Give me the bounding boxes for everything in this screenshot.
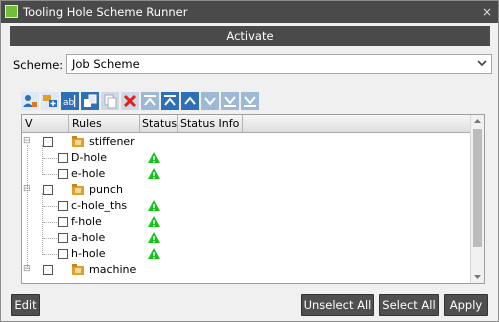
rule-checkbox[interactable] — [58, 169, 68, 179]
warning-triangle-icon — [148, 168, 160, 179]
rule-label: c-hole_ths — [71, 199, 128, 212]
rule-label: a-hole — [71, 231, 106, 244]
warning-triangle-icon — [148, 152, 160, 163]
group-label: machine — [89, 263, 137, 276]
toolbar: ab — [21, 92, 301, 112]
collapse-icon[interactable]: ⊟ — [23, 265, 32, 274]
chevron-down-icon — [477, 60, 487, 67]
rule-label: h-hole — [71, 247, 106, 260]
paste-icon[interactable] — [81, 92, 99, 110]
column-status-info[interactable]: Status Info — [180, 117, 239, 130]
folder-icon — [72, 136, 84, 147]
folder-icon — [72, 184, 84, 195]
group-checkbox[interactable] — [43, 185, 53, 195]
rule-label: e-hole — [71, 167, 106, 180]
tree-guide-line — [43, 158, 57, 159]
move-up-icon[interactable] — [181, 92, 199, 110]
tree-guide-line — [43, 254, 57, 255]
tree-scrollbar[interactable] — [470, 115, 484, 283]
delete-icon[interactable] — [121, 92, 139, 110]
window-title: Tooling Hole Scheme Runner — [23, 5, 188, 19]
rule-checkbox[interactable] — [58, 153, 68, 163]
title-bar[interactable]: Tooling Hole Scheme Runner × — [1, 1, 498, 23]
tree-group-row[interactable]: ⊟ machine — [22, 262, 472, 278]
rename-icon[interactable]: ab — [61, 92, 79, 110]
column-rules[interactable]: Rules — [72, 117, 102, 130]
collapse-icon[interactable]: ⊟ — [23, 137, 32, 146]
tree-guide-line — [43, 206, 57, 207]
collapse-icon[interactable]: ⊟ — [23, 185, 32, 194]
column-separator — [139, 115, 140, 132]
app-icon — [5, 5, 18, 18]
activate-header[interactable]: Activate — [10, 26, 490, 46]
warning-triangle-icon — [148, 200, 160, 211]
tooling-hole-scheme-runner-window: Tooling Hole Scheme Runner × Activate Sc… — [0, 0, 499, 322]
scheme-value: Job Scheme — [72, 57, 140, 71]
svg-text:ab: ab — [63, 98, 75, 108]
move-top-dark-icon[interactable] — [161, 92, 179, 110]
group-label: punch — [89, 183, 123, 196]
tree-rule-row[interactable]: e-hole — [22, 166, 472, 182]
person-tree-icon[interactable] — [21, 92, 39, 110]
group-label: stiffener — [89, 135, 135, 148]
scroll-down-icon[interactable] — [473, 273, 482, 281]
group-checkbox[interactable] — [43, 265, 53, 275]
folder-icon — [72, 264, 84, 275]
scheme-dropdown[interactable]: Job Scheme — [66, 54, 492, 74]
rule-checkbox[interactable] — [58, 201, 68, 211]
scroll-up-icon[interactable] — [473, 117, 482, 125]
scrollbar-thumb[interactable] — [473, 129, 482, 247]
close-icon[interactable]: × — [482, 5, 492, 19]
move-bottom-icon[interactable] — [241, 92, 259, 110]
column-v[interactable]: V — [25, 117, 33, 130]
column-separator — [242, 115, 243, 132]
tree-rule-row[interactable]: D-hole — [22, 150, 472, 166]
unselect-all-button[interactable]: Unselect All — [301, 294, 374, 316]
apply-button[interactable]: Apply — [444, 294, 488, 316]
scheme-label: Scheme: — [13, 58, 64, 72]
tree-group-row[interactable]: ⊟ punch — [22, 182, 472, 198]
group-checkbox[interactable] — [43, 137, 53, 147]
column-separator — [68, 115, 69, 132]
tree-rule-row[interactable]: h-hole — [22, 246, 472, 262]
tree-rule-row[interactable]: f-hole — [22, 214, 472, 230]
rules-tree[interactable]: V Rules Status Status Info ⊟ stiffener D-h… — [21, 114, 485, 284]
column-status[interactable]: Status — [142, 117, 177, 130]
warning-triangle-icon — [148, 248, 160, 259]
copy-icon[interactable] — [101, 92, 119, 110]
rule-label: D-hole — [71, 151, 107, 164]
tree-guide-line — [43, 222, 57, 223]
tree-rule-row[interactable]: a-hole — [22, 230, 472, 246]
rule-checkbox[interactable] — [58, 217, 68, 227]
rule-checkbox[interactable] — [58, 249, 68, 259]
select-all-button[interactable]: Select All — [379, 294, 439, 316]
rule-label: f-hole — [71, 215, 102, 228]
column-separator — [177, 115, 178, 132]
rule-checkbox[interactable] — [58, 233, 68, 243]
tree-rule-row[interactable]: c-hole_ths — [22, 198, 472, 214]
tree-header: V Rules Status Status Info — [22, 115, 472, 133]
move-top-icon[interactable] — [141, 92, 159, 110]
tree-group-row[interactable]: ⊟ stiffener — [22, 134, 472, 150]
move-down-icon[interactable] — [201, 92, 219, 110]
warning-triangle-icon — [148, 216, 160, 227]
warning-triangle-icon — [148, 232, 160, 243]
edit-button[interactable]: Edit — [11, 294, 40, 316]
move-bottom-light-icon[interactable] — [221, 92, 239, 110]
tree-guide-line — [43, 174, 57, 175]
tree-add-icon[interactable] — [41, 92, 59, 110]
tree-guide-line — [43, 238, 57, 239]
